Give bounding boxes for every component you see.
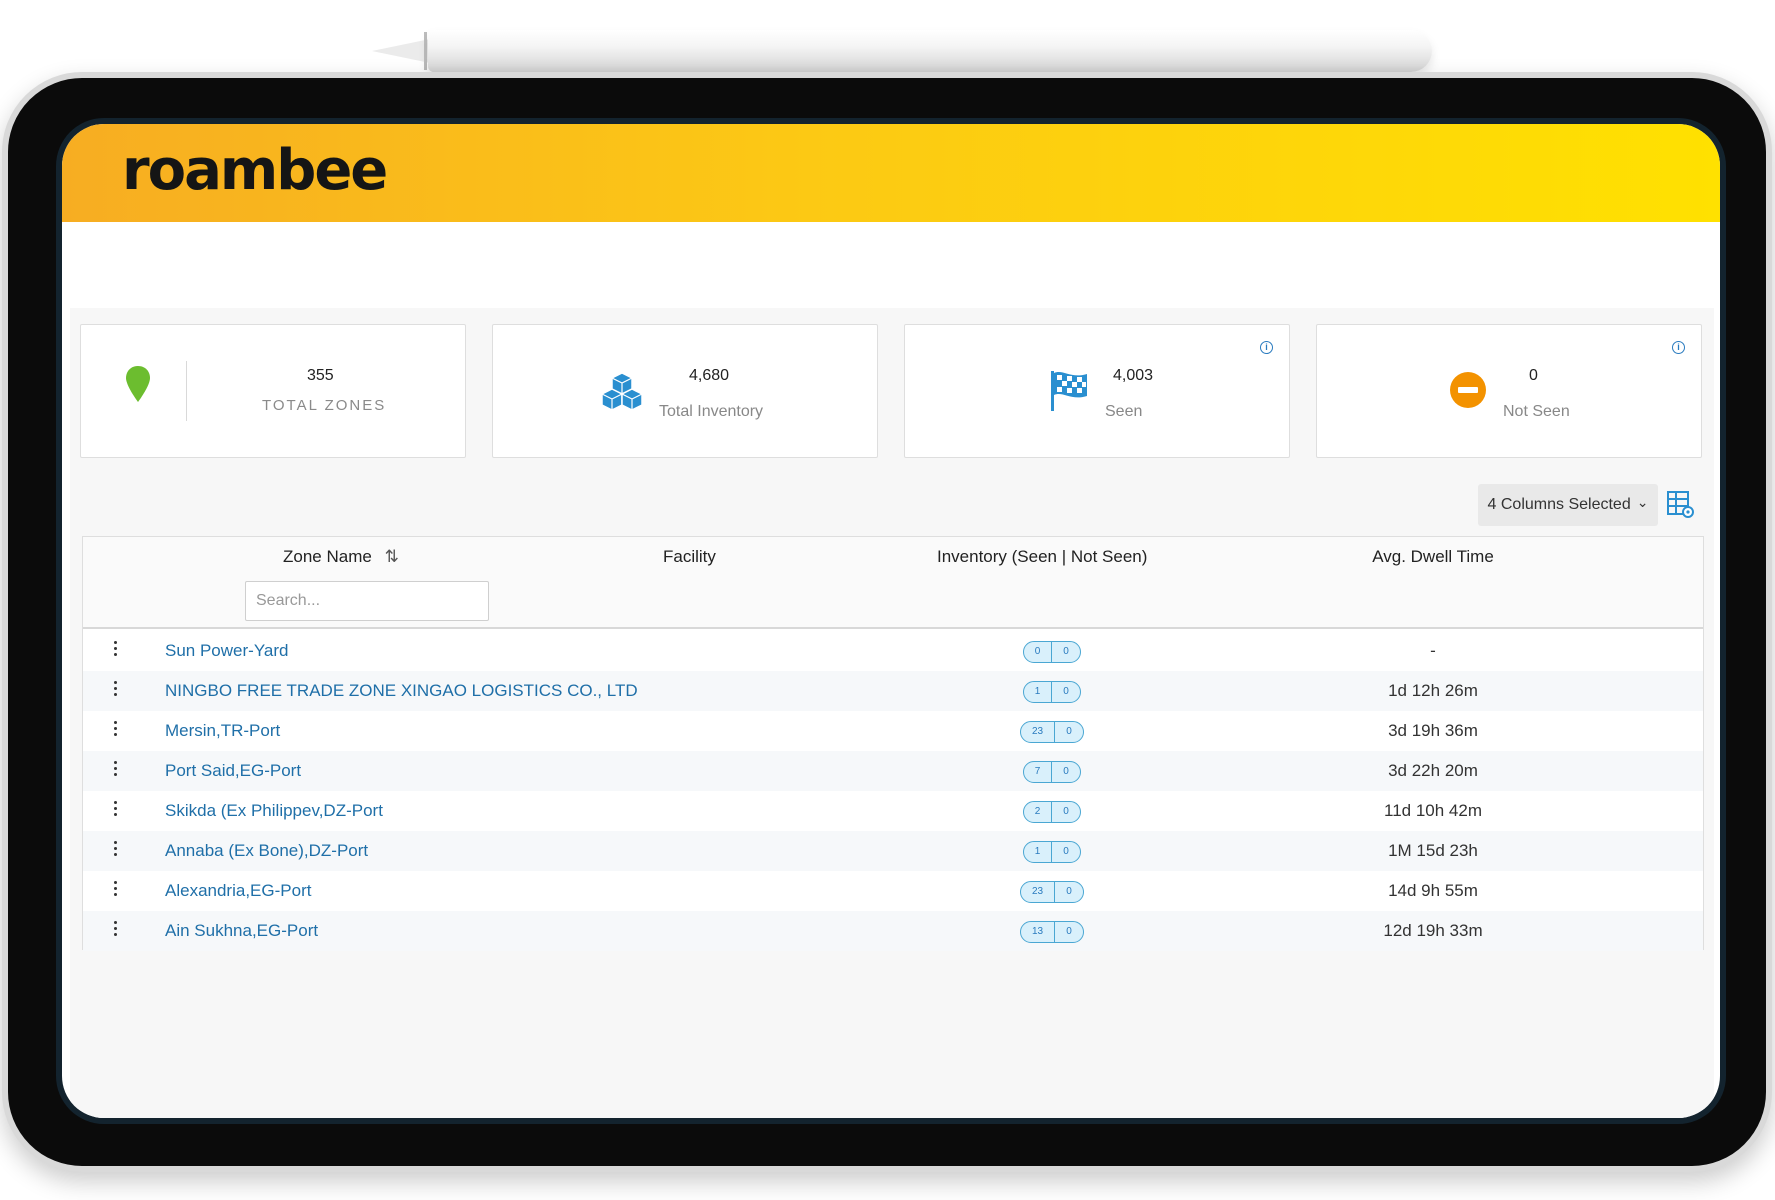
avg-dwell-time-value: 11d 10h 42m [1384, 801, 1482, 820]
row-actions-kebab-icon[interactable] [113, 881, 119, 901]
chevron-down-icon: ⌄ [1636, 493, 1649, 510]
avg-dwell-time-value: 1d 12h 26m [1388, 681, 1478, 700]
app-header: roambee [62, 124, 1720, 222]
sort-icon[interactable]: ⇅ [385, 547, 399, 566]
avg-dwell-time-value: - [1430, 641, 1436, 660]
table-row: Alexandria,EG-Port 23 0 14d 9h 55m [83, 871, 1703, 911]
row-actions-kebab-icon[interactable] [113, 681, 119, 701]
zone-name-header-label: Zone Name [283, 547, 372, 566]
column-header-avg-dwell-time[interactable]: Avg. Dwell Time [1283, 547, 1583, 567]
zone-name-link[interactable]: NINGBO FREE TRADE ZONE XINGAO LOGISTICS … [165, 681, 638, 701]
inventory-seen-count: 2 [1024, 802, 1052, 822]
boxes-icon [601, 372, 643, 411]
columns-selected-label: 4 Columns Selected [1487, 496, 1631, 513]
row-actions-kebab-icon[interactable] [113, 801, 119, 821]
inventory-not-seen-count: 0 [1066, 886, 1072, 897]
zone-name-link[interactable]: Ain Sukhna,EG-Port [165, 921, 318, 941]
row-actions-kebab-icon[interactable] [113, 761, 119, 781]
zone-name-link[interactable]: Annaba (Ex Bone),DZ-Port [165, 841, 368, 861]
inventory-seen-count: 13 [1021, 922, 1055, 942]
avg-dwell-time-value: 3d 19h 36m [1388, 721, 1478, 740]
info-icon[interactable]: i [1672, 341, 1685, 354]
zone-name-link[interactable]: Sun Power-Yard [165, 641, 288, 661]
inventory-badge: 13 0 [1020, 921, 1084, 943]
table-header: Zone Name ⇅ Facility Inventory (Seen | N… [83, 537, 1703, 629]
zone-name-link[interactable]: Alexandria,EG-Port [165, 881, 311, 901]
inventory-not-seen-count: 0 [1066, 926, 1072, 937]
columns-selected-dropdown[interactable]: 4 Columns Selected ⌄ [1478, 484, 1658, 526]
inventory-badge: 23 0 [1020, 721, 1084, 743]
avg-dwell-time-value: 1M 15d 23h [1388, 841, 1478, 860]
inventory-seen-count: 23 [1021, 722, 1055, 742]
inventory-seen-count: 1 [1024, 682, 1052, 702]
inventory-badge: 00 [1023, 641, 1081, 663]
stylus-tip [372, 39, 430, 63]
table-row: Skikda (Ex Philippev,DZ-Port 2 0 11d 10h 42… [83, 791, 1703, 831]
column-header-facility[interactable]: Facility [663, 547, 716, 567]
seen-label: Seen [1105, 403, 1143, 420]
inventory-seen-count: 1 [1024, 842, 1052, 862]
zones-table: Zone Name ⇅ Facility Inventory (Seen | N… [82, 536, 1704, 951]
table-settings-icon[interactable] [1666, 490, 1694, 518]
inventory-not-seen-count: 0 [1063, 806, 1069, 817]
table-row: Port Said,EG-Port 7 0 3d 22h 20m [83, 751, 1703, 791]
stat-card-total-inventory: 4,680 Total Inventory [492, 324, 878, 458]
inventory-not-seen-count: 0 [1063, 686, 1069, 697]
row-actions-kebab-icon[interactable] [113, 721, 119, 741]
stylus-body [428, 30, 1432, 72]
inventory-badge: 23 0 [1020, 881, 1084, 903]
row-actions-kebab-icon[interactable] [113, 921, 119, 941]
stylus-pencil [372, 30, 1432, 72]
zone-name-link[interactable]: Port Said,EG-Port [165, 761, 301, 781]
avg-dwell-time-value: 14d 9h 55m [1388, 881, 1478, 900]
roambee-logo[interactable]: roambee [122, 138, 388, 203]
inventory-badge: 10 [1023, 681, 1081, 703]
inventory-badge: 10 [1023, 841, 1081, 863]
table-row: Ain Sukhna,EG-Port 13 0 12d 19h 33m [83, 911, 1703, 951]
app-screen: roambee 355 TOTAL ZONES 4,680 Total Inve… [62, 124, 1720, 1118]
inventory-seen-count: 23 [1021, 882, 1055, 902]
card-divider [186, 361, 187, 421]
stat-card-total-zones: 355 TOTAL ZONES [80, 324, 466, 458]
inventory-badge: 70 [1023, 761, 1081, 783]
avg-dwell-time-value: 3d 22h 20m [1388, 761, 1478, 780]
checkered-flag-icon [1051, 371, 1087, 411]
total-inventory-label: Total Inventory [659, 403, 764, 420]
table-row: Annaba (Ex Bone),DZ-Port 1 0 1M 15d 23h [83, 831, 1703, 871]
table-row: Mersin,TR-Port 23 0 3d 19h 36m [83, 711, 1703, 751]
minus-circle-icon [1450, 372, 1486, 408]
stylus-band [424, 32, 427, 70]
total-inventory-value: 4,680 [689, 367, 730, 384]
inventory-seen-count: 7 [1024, 762, 1052, 782]
zone-name-link[interactable]: Skikda (Ex Philippev,DZ-Port [165, 801, 383, 821]
total-zones-label: TOTAL ZONES [262, 397, 387, 414]
row-actions-kebab-icon[interactable] [113, 641, 119, 661]
inventory-badge: 20 [1023, 801, 1081, 823]
table-row: Sun Power-Yard 0 0 - [83, 631, 1703, 671]
inventory-seen-count: 0 [1024, 642, 1052, 662]
map-pin-icon [126, 366, 150, 402]
not-seen-value: 0 [1529, 367, 1538, 384]
table-row: NINGBO FREE TRADE ZONE XINGAO LOGISTICS … [83, 671, 1703, 711]
inventory-not-seen-count: 0 [1063, 846, 1069, 857]
column-header-zone-name[interactable]: Zone Name ⇅ [283, 547, 399, 567]
total-zones-value: 355 [307, 367, 334, 384]
avg-dwell-time-value: 12d 19h 33m [1383, 921, 1483, 940]
stat-card-seen: i 4,003 Seen [904, 324, 1290, 458]
inventory-not-seen-count: 0 [1063, 646, 1069, 657]
seen-value: 4,003 [1113, 367, 1154, 384]
not-seen-label: Not Seen [1503, 403, 1570, 420]
info-icon[interactable]: i [1260, 341, 1273, 354]
row-actions-kebab-icon[interactable] [113, 841, 119, 861]
column-header-inventory[interactable]: Inventory (Seen | Not Seen) [937, 547, 1147, 567]
zone-search-input[interactable] [245, 581, 489, 621]
inventory-not-seen-count: 0 [1066, 726, 1072, 737]
zone-name-link[interactable]: Mersin,TR-Port [165, 721, 280, 741]
inventory-not-seen-count: 0 [1063, 766, 1069, 777]
stat-card-not-seen: i 0 Not Seen [1316, 324, 1702, 458]
